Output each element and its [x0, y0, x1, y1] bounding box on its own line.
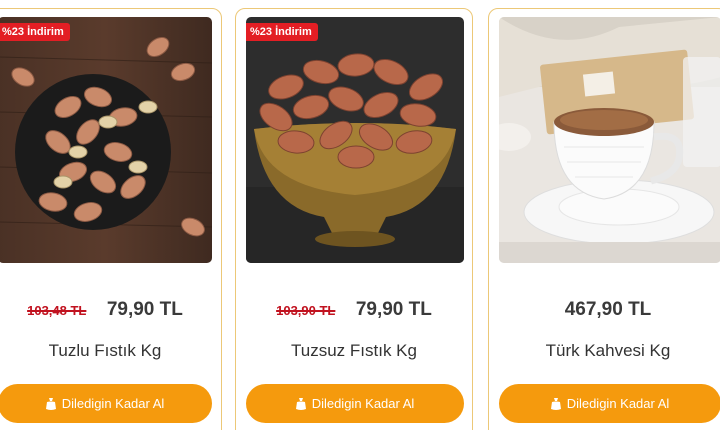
- buy-button-label: Diledigin Kadar Al: [566, 396, 670, 411]
- salted-peanuts-image: [0, 17, 212, 263]
- discount-badge: %23 İndirim: [246, 23, 318, 41]
- old-price: 103,48 TL: [27, 302, 87, 318]
- turkish-coffee-image: [499, 17, 720, 263]
- price-row: 103,90 TL 79,90 TL: [236, 299, 472, 321]
- price-row: 103,48 TL 79,90 TL: [0, 299, 221, 321]
- current-price: 79,90 TL: [355, 299, 432, 320]
- buy-button[interactable]: Diledigin Kadar Al: [246, 384, 464, 423]
- buy-button[interactable]: Diledigin Kadar Al: [499, 384, 720, 423]
- product-name[interactable]: Tuzsuz Fıstık Kg: [236, 341, 472, 361]
- product-image[interactable]: [246, 17, 464, 263]
- buy-button[interactable]: Diledigin Kadar Al: [0, 384, 212, 423]
- buy-button-label: Diledigin Kadar Al: [311, 396, 415, 411]
- bag-icon: [45, 397, 56, 410]
- product-image[interactable]: [0, 17, 212, 263]
- product-card-turkish-coffee[interactable]: 467,90 TL Türk Kahvesi Kg Diledigin Kada…: [488, 8, 720, 430]
- current-price: 467,90 TL: [564, 299, 652, 320]
- product-name[interactable]: Tuzlu Fıstık Kg: [0, 341, 221, 361]
- old-price: 103,90 TL: [276, 302, 336, 318]
- product-name[interactable]: Türk Kahvesi Kg: [489, 341, 720, 361]
- product-card-salted-peanuts[interactable]: %23 İndirim 103,48 TL 79,90 TL Tuzlu Fıs…: [0, 8, 222, 430]
- discount-badge: %23 İndirim: [0, 23, 70, 41]
- bag-icon: [550, 397, 561, 410]
- product-image[interactable]: [499, 17, 720, 263]
- current-price: 79,90 TL: [106, 299, 183, 320]
- product-card-unsalted-peanuts[interactable]: %23 İndirim 103,90 TL 79,90 TL Tuzsuz Fı…: [235, 8, 473, 430]
- bag-icon: [295, 397, 306, 410]
- buy-button-label: Diledigin Kadar Al: [61, 396, 165, 411]
- price-row: 467,90 TL: [489, 299, 720, 321]
- unsalted-peanuts-image: [246, 17, 464, 263]
